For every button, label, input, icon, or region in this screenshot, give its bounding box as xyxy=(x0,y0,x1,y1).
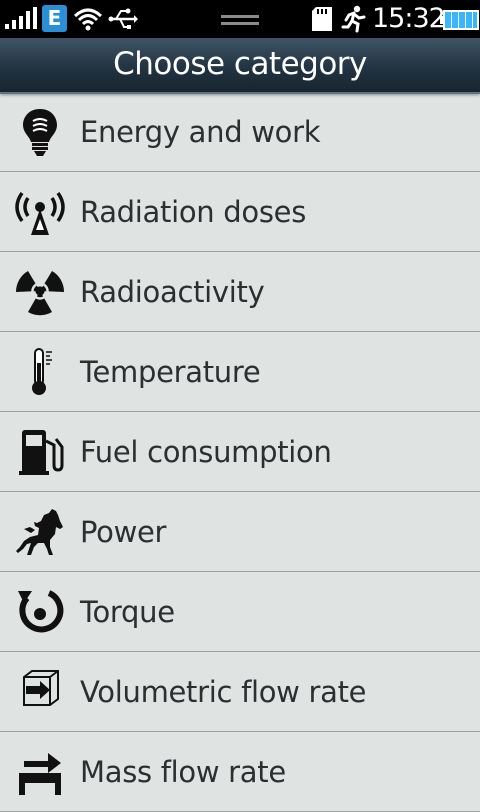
category-label: Torque xyxy=(80,595,175,629)
signal-strength-icon xyxy=(5,7,37,29)
category-item-torque[interactable]: Torque xyxy=(0,572,480,652)
category-item-mass-flow-rate[interactable]: Mass flow rate xyxy=(0,732,480,812)
category-item-fuel-consumption[interactable]: Fuel consumption xyxy=(0,412,480,492)
category-item-temperature[interactable]: Temperature xyxy=(0,332,480,412)
category-item-energy-and-work[interactable]: Energy and work xyxy=(0,92,480,172)
mass-flow-icon xyxy=(19,753,61,795)
battery-icon xyxy=(440,10,479,30)
clock: 15:32 xyxy=(372,3,446,34)
category-item-power[interactable]: Power xyxy=(0,492,480,572)
lightbulb-icon xyxy=(23,109,57,156)
category-list: Energy and work Radiation doses Radioact… xyxy=(0,92,480,812)
radioactive-icon xyxy=(15,271,65,316)
title-bar: Choose category xyxy=(0,38,480,94)
category-label: Radiation doses xyxy=(80,195,306,229)
page-title: Choose category xyxy=(113,46,367,82)
category-label: Energy and work xyxy=(80,115,321,149)
volume-flow-icon xyxy=(23,670,59,706)
network-type-badge: E xyxy=(42,5,67,32)
running-activity-icon xyxy=(341,5,366,33)
category-item-radioactivity[interactable]: Radioactivity xyxy=(0,252,480,332)
status-bar: E 15:32 xyxy=(0,0,480,38)
category-label: Radioactivity xyxy=(80,275,265,309)
category-item-volumetric-flow-rate[interactable]: Volumetric flow rate xyxy=(0,652,480,732)
category-label: Fuel consumption xyxy=(80,435,332,469)
radiation-antenna-icon xyxy=(15,191,65,235)
torque-icon xyxy=(18,590,64,633)
sd-card-icon xyxy=(312,7,332,31)
category-label: Power xyxy=(80,515,167,549)
usb-icon xyxy=(108,8,138,29)
category-label: Mass flow rate xyxy=(80,755,286,789)
thermometer-icon xyxy=(32,348,52,395)
wifi-icon xyxy=(73,8,103,31)
category-label: Temperature xyxy=(80,355,261,389)
category-label: Volumetric flow rate xyxy=(80,675,367,709)
horse-icon xyxy=(16,509,63,555)
fuel-pump-icon xyxy=(19,430,64,475)
category-item-radiation-doses[interactable]: Radiation doses xyxy=(0,172,480,252)
notification-handle-icon[interactable] xyxy=(221,14,259,26)
